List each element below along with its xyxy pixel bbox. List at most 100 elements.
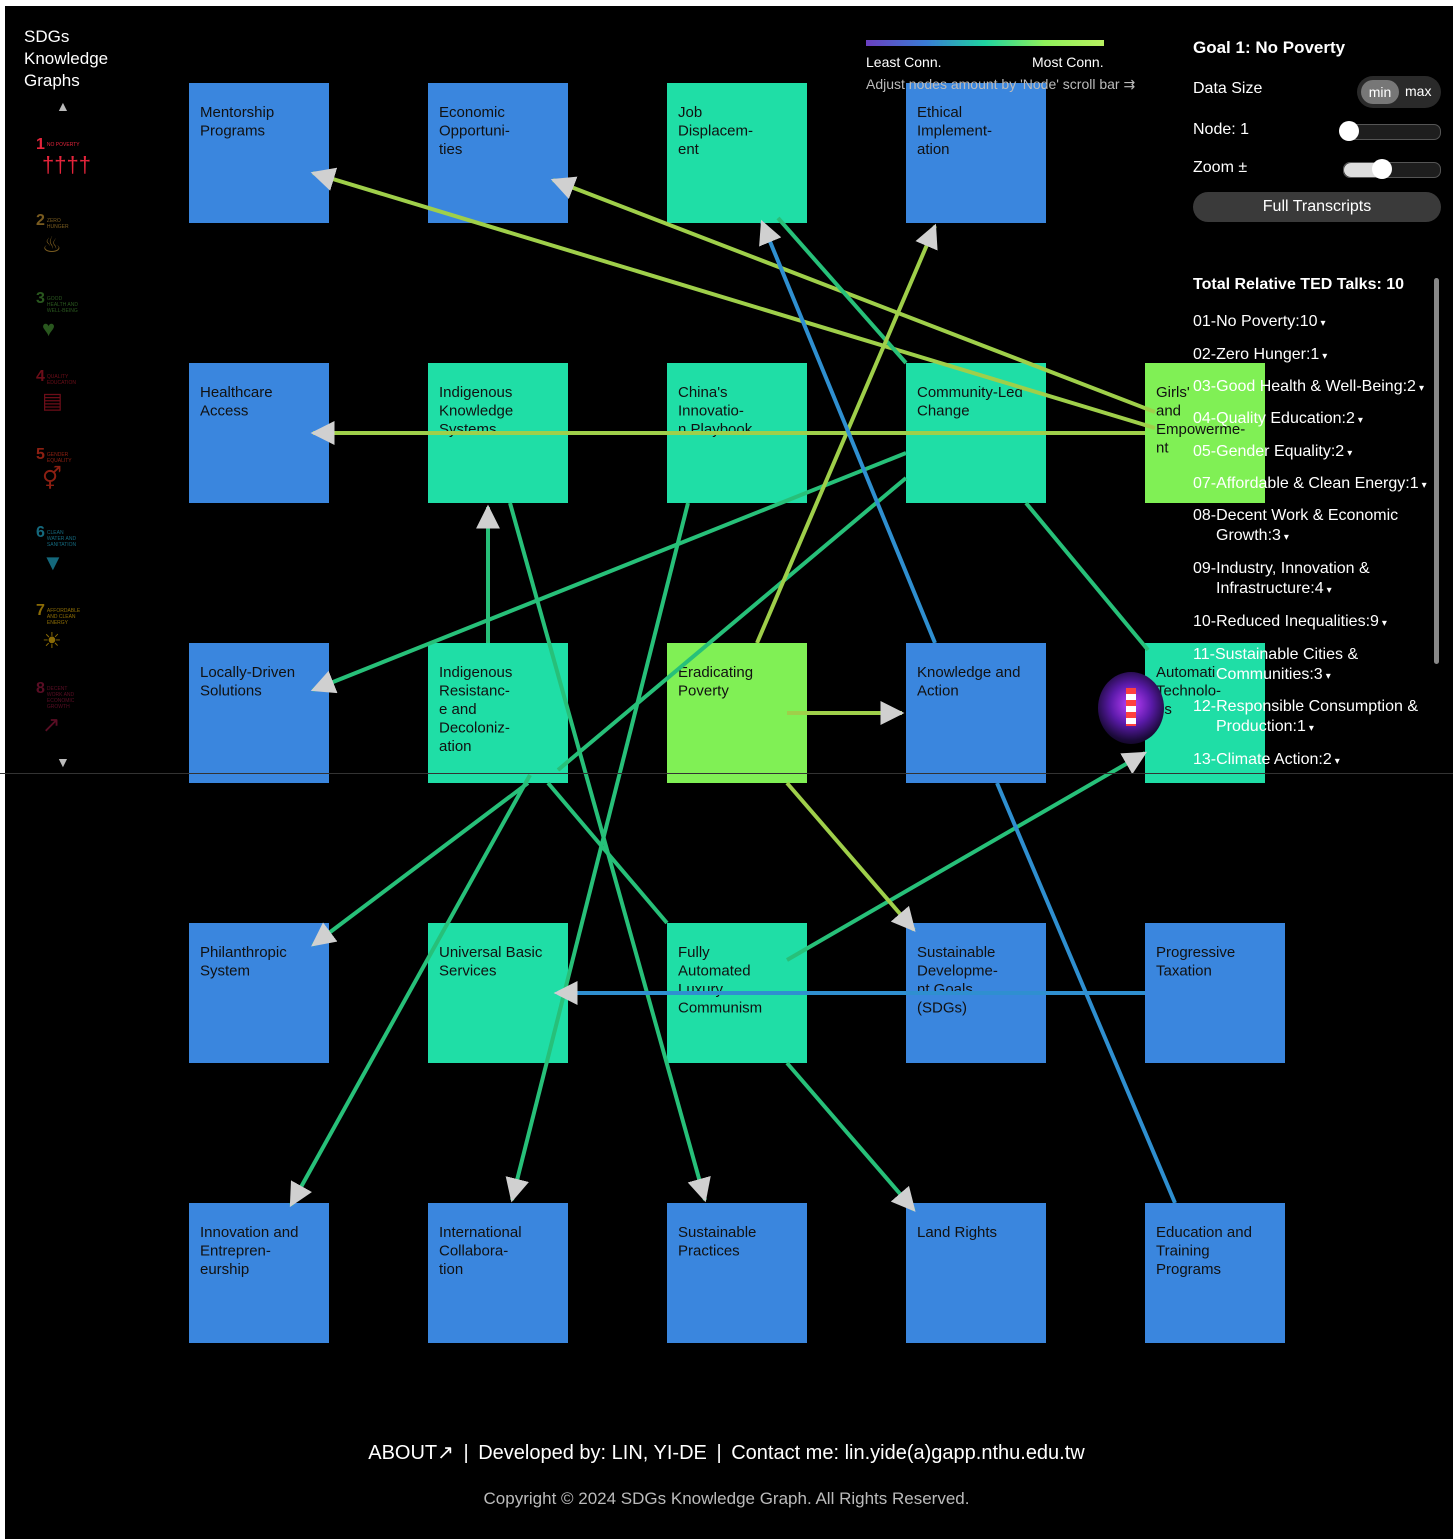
graph-node-label: Indigenous — [439, 384, 512, 401]
graph-node-label: ation — [439, 738, 472, 755]
caret-down-icon[interactable]: ▾ — [1419, 383, 1424, 394]
lighthouse-avatar-icon[interactable] — [1098, 672, 1164, 744]
talk-item-label: 01-No Poverty:10 — [1193, 313, 1318, 330]
graph-node-land-rights[interactable]: Land Rights — [906, 1203, 1046, 1343]
graph-node-label: Eradicating — [678, 664, 753, 681]
data-size-min[interactable]: min — [1361, 80, 1399, 104]
graph-node-label: Action — [917, 683, 959, 700]
zoom-slider[interactable] — [1343, 159, 1441, 179]
data-size-label: Data Size — [1193, 80, 1263, 97]
graph-node-label: Practices — [678, 1243, 740, 1260]
graph-node-label: ties — [439, 141, 462, 158]
caret-down-icon[interactable]: ▾ — [1382, 618, 1387, 629]
graph-node-label: Decoloniz- — [439, 720, 510, 737]
zoom-slider-knob[interactable] — [1372, 159, 1393, 179]
talk-item[interactable]: 08-Decent Work & Economic Growth:3 ▾ — [1193, 506, 1433, 548]
talk-item[interactable]: 13-Climate Action:2 ▾ — [1193, 750, 1433, 772]
graph-node-job-displacement[interactable]: Job Displacem-ent — [667, 83, 807, 223]
graph-node-label: Luxury — [678, 981, 724, 998]
graph-node-education[interactable]: Education and TrainingPrograms — [1145, 1203, 1285, 1343]
graph-node-label: Mentorship — [200, 104, 274, 121]
graph-node-label: Entrepren- — [200, 1243, 271, 1260]
goal-title: Goal 1: No Poverty — [1193, 38, 1346, 57]
graph-node-label: Sustainable — [678, 1224, 756, 1241]
caret-down-icon[interactable]: ▾ — [1326, 671, 1331, 682]
caret-down-icon[interactable]: ▾ — [1327, 585, 1332, 596]
talk-item[interactable]: 04-Quality Education:2 ▾ — [1193, 409, 1433, 431]
caret-down-icon[interactable]: ▾ — [1335, 756, 1340, 767]
talk-item-label: 12-Responsible Consumption & — [1193, 698, 1419, 715]
graph-node-indigenous-resistance[interactable]: Indigenous Resistanc-e and Decoloniz-ation — [428, 643, 568, 783]
graph-node-label: System — [200, 963, 250, 980]
graph-node-label: eurship — [200, 1261, 249, 1278]
talk-item[interactable]: 11-Sustainable Cities & Communities:3 ▾ — [1193, 645, 1433, 687]
node-slider[interactable] — [1338, 121, 1441, 141]
graph-node-label: Education and — [1156, 1224, 1252, 1241]
talk-item[interactable]: 03-Good Health & Well-Being:2 ▾ — [1193, 377, 1433, 399]
graph-node-label: Girls' — [1156, 384, 1190, 401]
graph-node-ethical[interactable]: Ethical Implement-ation — [906, 83, 1046, 223]
caret-down-icon[interactable]: ▾ — [1309, 723, 1314, 734]
graph-node-healthcare[interactable]: Healthcare Access — [189, 363, 329, 503]
graph-node-mentorship[interactable]: Mentorship Programs — [189, 83, 329, 223]
connection-legend: Least Conn. Most Conn. Adjust nodes amou… — [866, 40, 1156, 92]
graph-node-label: tion — [439, 1261, 463, 1278]
talk-item[interactable]: 02-Zero Hunger:1 ▾ — [1193, 345, 1433, 367]
graph-node-label: Collabora- — [439, 1243, 508, 1260]
data-size-toggle[interactable]: min max — [1357, 76, 1441, 108]
graph-node-label: Resistanc- — [439, 683, 510, 700]
graph-node-innovation[interactable]: Innovation and Entrepren-eurship — [189, 1203, 329, 1343]
graph-node-label: Philanthropic — [200, 944, 287, 961]
full-transcripts-button[interactable]: Full Transcripts — [1193, 192, 1441, 222]
caret-down-icon[interactable]: ▾ — [1321, 318, 1326, 329]
talk-item[interactable]: 12-Responsible Consumption & Production:1… — [1193, 697, 1433, 739]
data-size-max[interactable]: max — [1405, 83, 1431, 99]
panel-scrollbar[interactable] — [1434, 278, 1439, 664]
graph-node-label: Systems — [439, 421, 497, 438]
talk-item-label: 02-Zero Hunger:1 — [1193, 346, 1320, 363]
about-link[interactable]: ABOUT↗ — [368, 1442, 454, 1464]
graph-node-label: Locally-Driven — [200, 664, 295, 681]
caret-down-icon[interactable]: ▾ — [1284, 532, 1289, 543]
graph-node-label: n Playbook — [678, 421, 753, 438]
graph-node-ubs[interactable]: Universal Basic Services — [428, 923, 568, 1063]
viewport-divider — [0, 773, 1453, 774]
graph-node-intl-collab[interactable]: International Collabora-tion — [428, 1203, 568, 1343]
legend-least-label: Least Conn. — [866, 54, 942, 70]
talk-item-label: Communities:3 — [1216, 666, 1323, 683]
graph-node-label: Healthcare — [200, 384, 273, 401]
graph-edge — [311, 781, 530, 947]
talk-item-label: 09-Industry, Innovation & — [1193, 560, 1370, 577]
graph-node-sust-practices[interactable]: Sustainable Practices — [667, 1203, 807, 1343]
graph-node-label: Programs — [200, 123, 265, 140]
graph-node-label: Ethical — [917, 104, 962, 121]
graph-node-economic-opp[interactable]: Economic Opportuni-ties — [428, 83, 568, 223]
legend-hint: Adjust nodes amount by 'Node' scroll bar… — [866, 76, 1136, 92]
caret-down-icon[interactable]: ▾ — [1422, 480, 1427, 491]
graph-node-label: Progressive — [1156, 944, 1235, 961]
graph-edge — [1024, 501, 1150, 652]
legend-gradient — [866, 40, 1104, 46]
talk-item[interactable]: 01-No Poverty:10 ▾ — [1193, 312, 1433, 334]
talk-item-label: 13-Climate Action:2 — [1193, 751, 1332, 768]
graph-node-label: Knowledge and — [917, 664, 1020, 681]
graph-node-label: Indigenous — [439, 664, 512, 681]
graph-node-label: nt Goals — [917, 981, 973, 998]
graph-node-label: Access — [200, 403, 248, 420]
node-slider-knob[interactable] — [1338, 121, 1359, 141]
graph-node-knowledge-action[interactable]: Knowledge and Action — [906, 643, 1046, 783]
graph-node-progressive[interactable]: Progressive Taxation — [1145, 923, 1285, 1063]
talk-item[interactable]: 09-Industry, Innovation & Infrastructure:… — [1193, 559, 1433, 601]
caret-down-icon[interactable]: ▾ — [1322, 351, 1327, 362]
control-panel: Goal 1: No Poverty Data Size min max Nod… — [1193, 38, 1443, 768]
graph-node-locally-driven[interactable]: Locally-Driven Solutions — [189, 643, 329, 783]
graph-node-label: Job — [678, 104, 702, 121]
talk-item[interactable]: 07-Affordable & Clean Energy:1 ▾ — [1193, 474, 1433, 496]
graph-node-philanthropic[interactable]: Philanthropic System — [189, 923, 329, 1063]
caret-down-icon[interactable]: ▾ — [1347, 448, 1352, 459]
graph-node-label: Poverty — [678, 683, 729, 700]
graph-node-eradicating[interactable]: Eradicating Poverty — [667, 643, 807, 783]
talk-item[interactable]: 10-Reduced Inequalities:9 ▾ — [1193, 612, 1433, 634]
caret-down-icon[interactable]: ▾ — [1358, 415, 1363, 426]
talk-item[interactable]: 05-Gender Equality:2 ▾ — [1193, 442, 1433, 464]
